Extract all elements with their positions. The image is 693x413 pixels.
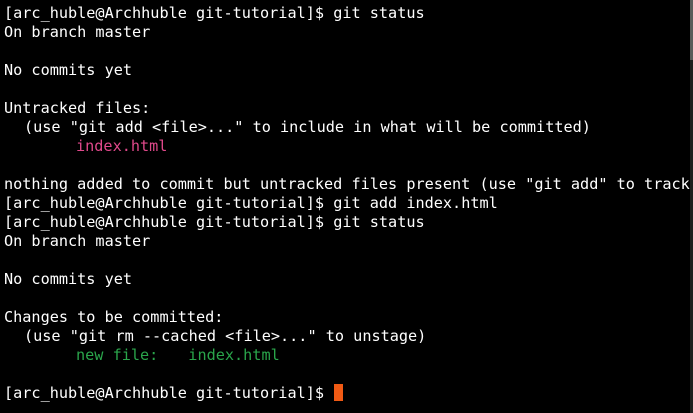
- terminal-line: [arc_huble@Archhuble git-tutorial]$ git …: [4, 4, 693, 23]
- branch-status: On branch master: [4, 232, 151, 250]
- shell-prompt: [arc_huble@Archhuble git-tutorial]$: [4, 4, 325, 22]
- command-text: git status: [333, 213, 425, 231]
- terminal-line: [arc_huble@Archhuble git-tutorial]$ git …: [4, 194, 693, 213]
- untracked-file: index.html: [76, 137, 168, 155]
- branch-status: On branch master: [4, 23, 151, 41]
- terminal-window[interactable]: [arc_huble@Archhuble git-tutorial]$ git …: [0, 0, 693, 413]
- new-file-label: new file:: [76, 346, 159, 364]
- staged-hint: (use "git rm --cached <file>..." to unst…: [24, 327, 427, 345]
- no-commits-status: No commits yet: [4, 61, 133, 79]
- nothing-added-message: nothing added to commit but untracked fi…: [4, 175, 693, 193]
- text-cursor: [334, 384, 344, 401]
- shell-prompt: [arc_huble@Archhuble git-tutorial]$: [4, 194, 325, 212]
- command-text: git add index.html: [333, 194, 498, 212]
- command-text: git status: [333, 4, 425, 22]
- shell-prompt: [arc_huble@Archhuble git-tutorial]$: [4, 384, 325, 402]
- no-commits-status: No commits yet: [4, 270, 133, 288]
- untracked-header: Untracked files:: [4, 99, 151, 117]
- shell-prompt: [arc_huble@Archhuble git-tutorial]$: [4, 213, 325, 231]
- terminal-line: [arc_huble@Archhuble git-tutorial]$ git …: [4, 213, 693, 232]
- staged-file-line: new file: index.html: [4, 346, 693, 365]
- active-prompt-line[interactable]: [arc_huble@Archhuble git-tutorial]$: [4, 384, 693, 403]
- untracked-hint: (use "git add <file>..." to include in w…: [24, 118, 591, 136]
- staged-file-name: index.html: [188, 346, 280, 364]
- staged-header: Changes to be committed:: [4, 308, 224, 326]
